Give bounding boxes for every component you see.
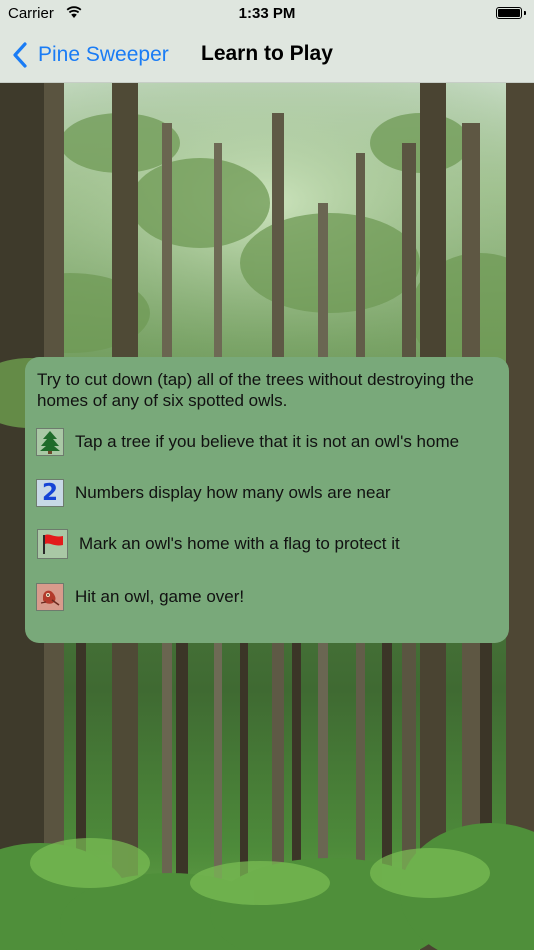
clock: 1:33 PM	[238, 5, 296, 22]
rule-flag: Mark an owl's home with a flag to protec…	[37, 529, 400, 559]
rule-flag-text: Mark an owl's home with a flag to protec…	[79, 534, 400, 553]
instructions-intro: Try to cut down (tap) all of the trees w…	[37, 370, 474, 410]
rule-numbers-text: Numbers display how many owls are near	[75, 483, 391, 502]
owl-icon	[36, 583, 64, 611]
instructions-card: Try to cut down (tap) all of the trees w…	[25, 357, 509, 643]
rule-numbers: 2 Numbers display how many owls are near	[36, 479, 391, 507]
rule-owl: Hit an owl, game over!	[36, 583, 244, 611]
rule-tap-tree-text: Tap a tree if you believe that it is not…	[75, 432, 460, 451]
rule-tap-tree: Tap a tree if you believe that it is not…	[36, 428, 459, 456]
flag-icon	[37, 529, 68, 559]
status-bar: Carrier 1:33 PM	[0, 0, 534, 28]
battery-icon	[496, 7, 526, 19]
chevron-left-icon	[13, 42, 27, 68]
navigation-bar: Pine Sweeper Learn to Play	[0, 28, 534, 83]
page-title: Learn to Play	[201, 42, 333, 65]
tree-icon	[36, 428, 64, 456]
back-button-label: Pine Sweeper	[38, 43, 169, 66]
back-button[interactable]: Pine Sweeper	[12, 40, 169, 70]
number-icon: 2	[36, 479, 64, 507]
rule-owl-text: Hit an owl, game over!	[75, 587, 245, 606]
